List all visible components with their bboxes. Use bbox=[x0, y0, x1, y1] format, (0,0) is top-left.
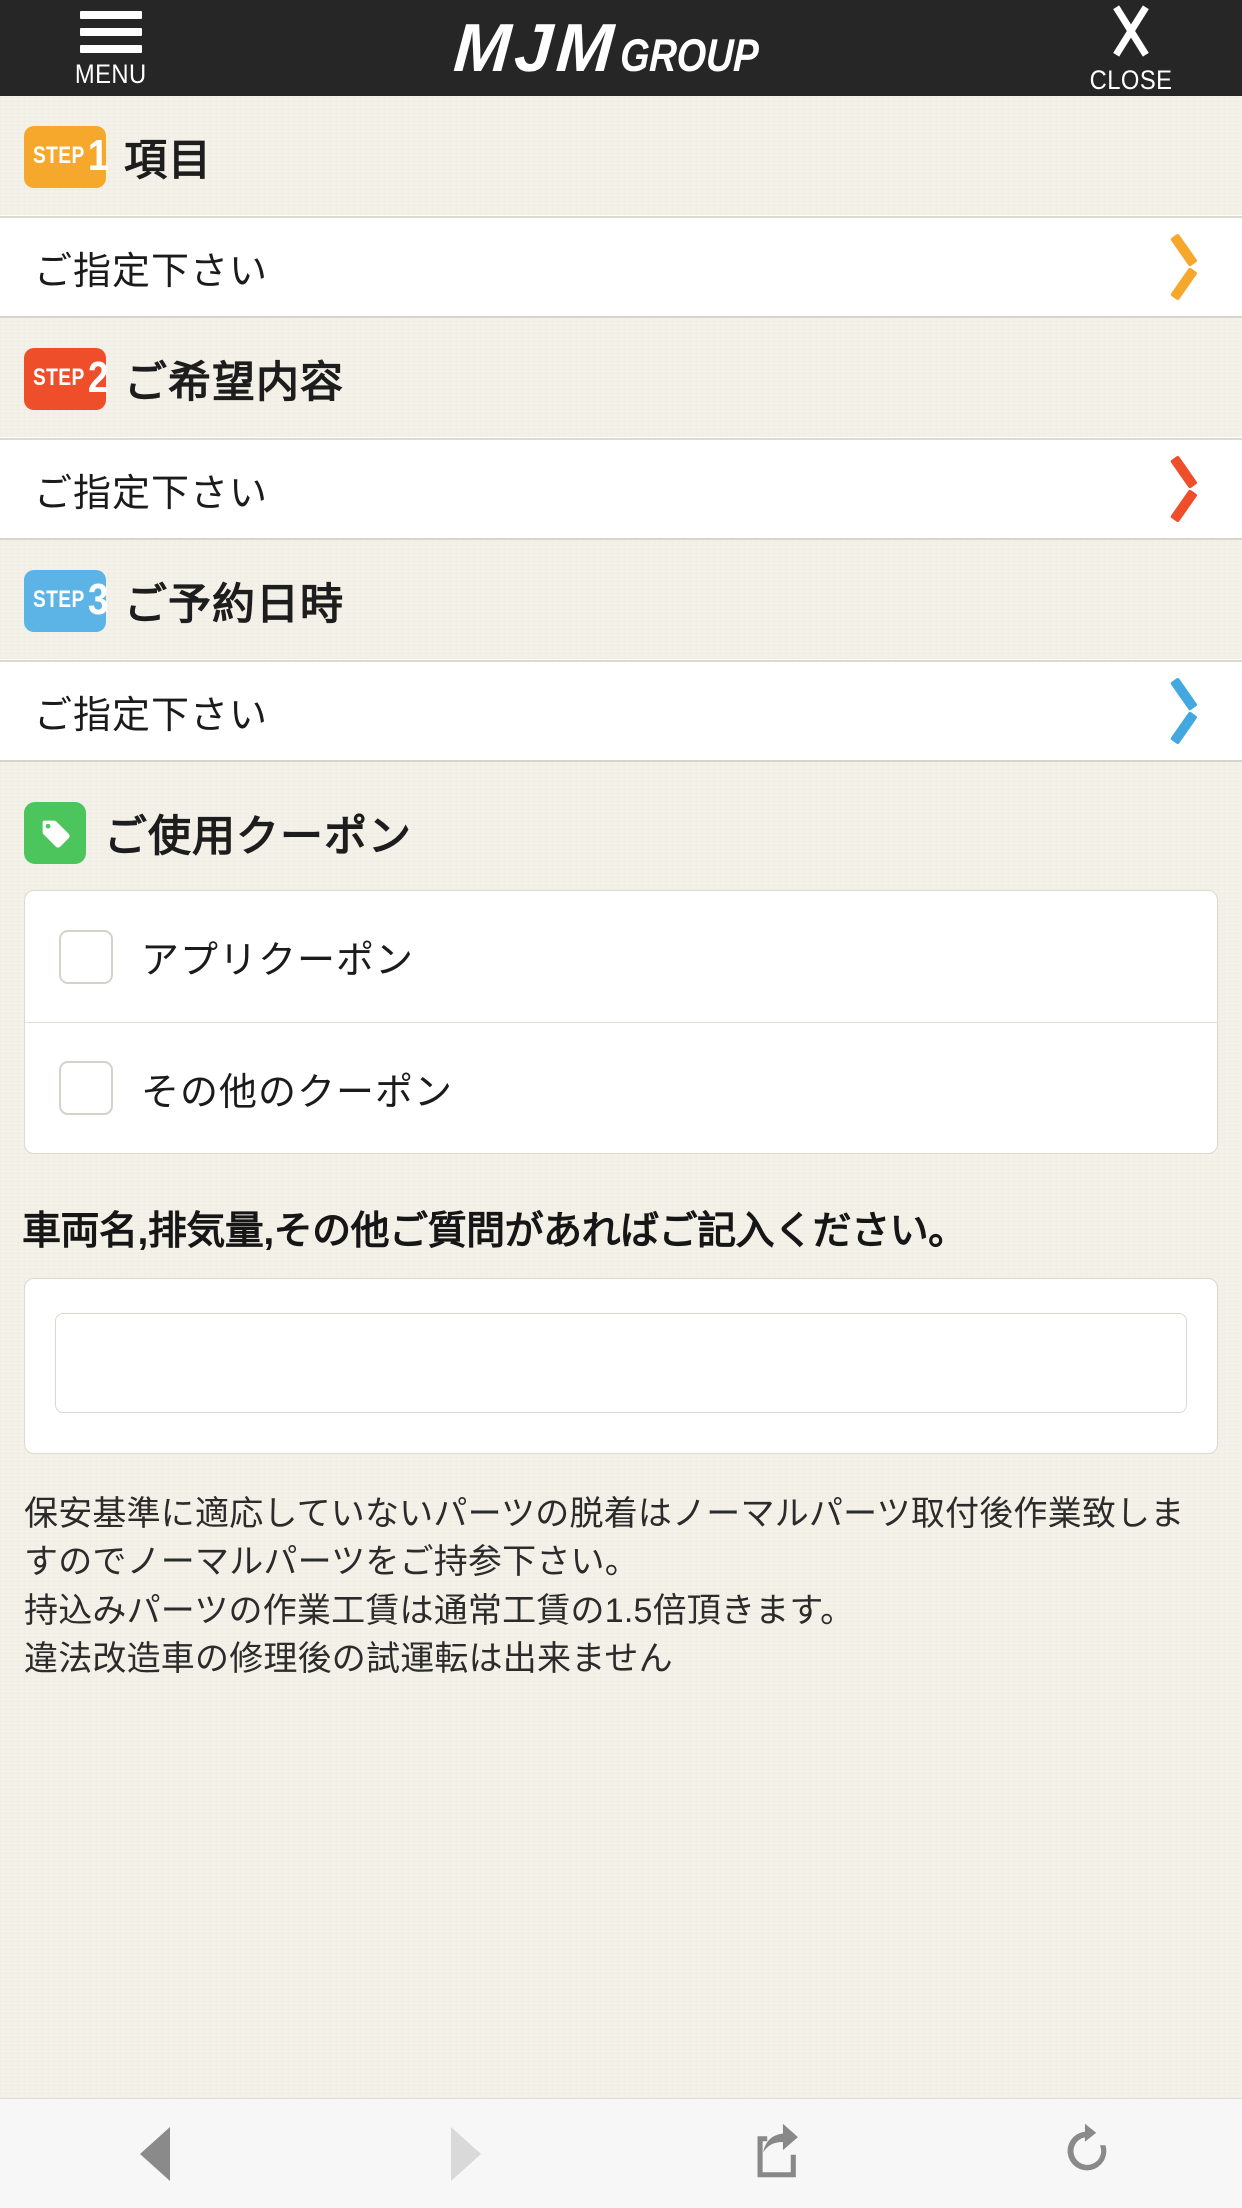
app-header: MENU MJM GROUP CLOSE bbox=[0, 0, 1242, 96]
step-title-2: ご希望内容 bbox=[124, 359, 344, 407]
step-header-2: STEP 2 ご希望内容 bbox=[0, 318, 1242, 440]
step-badge-word-1: STEP bbox=[32, 142, 85, 169]
chevron-right-icon bbox=[1164, 233, 1198, 301]
step-badge-number-3: 3 bbox=[87, 575, 109, 624]
notice-line-2: 持込みパーツの作業工賃は通常工賃の1.5倍頂きます。 bbox=[24, 1591, 855, 1630]
hamburger-icon bbox=[80, 10, 142, 53]
share-button[interactable] bbox=[621, 2121, 932, 2186]
step-select-row-2[interactable]: ご指定下さい bbox=[0, 440, 1242, 540]
back-arrow-icon bbox=[140, 2126, 171, 2181]
coupon-section-header: ご使用クーポン bbox=[0, 762, 1242, 890]
step-header-3: STEP 3 ご予約日時 bbox=[0, 540, 1242, 662]
brand-logo: MJM GROUP bbox=[451, 9, 788, 87]
checkbox-app-coupon[interactable] bbox=[59, 929, 113, 984]
step-value-3: ご指定下さい bbox=[34, 694, 269, 737]
step-title-3: ご予約日時 bbox=[124, 581, 344, 629]
coupon-section-title: ご使用クーポン bbox=[104, 813, 412, 861]
free-text-title: 車両名,排気量,その他ご質問があればご記入ください。 bbox=[22, 1210, 967, 1253]
close-x-icon bbox=[1101, 3, 1161, 59]
notice-line-1: 保安基準に適応していないパーツの脱着はノーマルパーツ取付後作業致しますのでノーマ… bbox=[24, 1495, 1185, 1582]
browser-toolbar bbox=[0, 2098, 1242, 2208]
coupon-option-other[interactable]: その他のクーポン bbox=[25, 1022, 1217, 1153]
coupon-list: アプリクーポン その他のクーポン bbox=[24, 890, 1218, 1154]
close-label: CLOSE bbox=[1089, 64, 1173, 95]
coupon-label-other: その他のクーポン bbox=[141, 1071, 454, 1114]
chevron-right-icon bbox=[1164, 455, 1198, 523]
forward-arrow-icon bbox=[450, 2126, 481, 2181]
step-badge-word-2: STEP bbox=[32, 364, 85, 391]
reload-button[interactable] bbox=[932, 2121, 1242, 2186]
logo-primary-text: MJM bbox=[451, 10, 620, 86]
price-tag-icon bbox=[24, 802, 86, 864]
step-value-1: ご指定下さい bbox=[34, 250, 269, 293]
step-select-row-3[interactable]: ご指定下さい bbox=[0, 662, 1242, 762]
coupon-label-app: アプリクーポン bbox=[141, 940, 415, 982]
share-icon bbox=[748, 2121, 804, 2186]
logo-secondary-text: GROUP bbox=[619, 29, 760, 81]
reload-icon bbox=[1059, 2121, 1115, 2186]
back-button[interactable] bbox=[0, 2126, 311, 2181]
step-value-2: ご指定下さい bbox=[34, 472, 269, 515]
notice-line-3: 違法改造車の修理後の試運転は出来ません bbox=[24, 1639, 673, 1678]
forward-button[interactable] bbox=[311, 2126, 622, 2181]
step-title-1: 項目 bbox=[124, 137, 212, 185]
notice-block: 保安基準に適応していないパーツの脱着はノーマルパーツ取付後作業致しますのでノーマ… bbox=[24, 1490, 1218, 1683]
menu-button[interactable]: MENU bbox=[36, 7, 186, 90]
step-badge-number-1: 1 bbox=[87, 131, 109, 180]
step-badge-1: STEP 1 bbox=[24, 126, 109, 188]
close-button[interactable]: CLOSE bbox=[1056, 1, 1206, 96]
step-badge-word-3: STEP bbox=[32, 586, 85, 613]
app-root: MENU MJM GROUP CLOSE STEP 1 項目 ご指定下さい ST… bbox=[0, 0, 1242, 2208]
chevron-right-icon bbox=[1164, 677, 1198, 745]
free-text-card bbox=[24, 1278, 1218, 1454]
step-select-row-1[interactable]: ご指定下さい bbox=[0, 218, 1242, 318]
coupon-option-app[interactable]: アプリクーポン bbox=[25, 891, 1217, 1022]
free-text-input[interactable] bbox=[55, 1313, 1187, 1413]
step-badge-3: STEP 3 bbox=[24, 570, 109, 632]
step-badge-number-2: 2 bbox=[87, 353, 109, 402]
checkbox-other-coupon[interactable] bbox=[59, 1061, 113, 1115]
page-scroll-area[interactable]: STEP 1 項目 ご指定下さい STEP 2 ご希望内容 ご指定下さい STE… bbox=[0, 96, 1242, 2098]
step-header-1: STEP 1 項目 bbox=[0, 96, 1242, 218]
step-badge-2: STEP 2 bbox=[24, 348, 109, 410]
menu-label: MENU bbox=[75, 58, 147, 89]
